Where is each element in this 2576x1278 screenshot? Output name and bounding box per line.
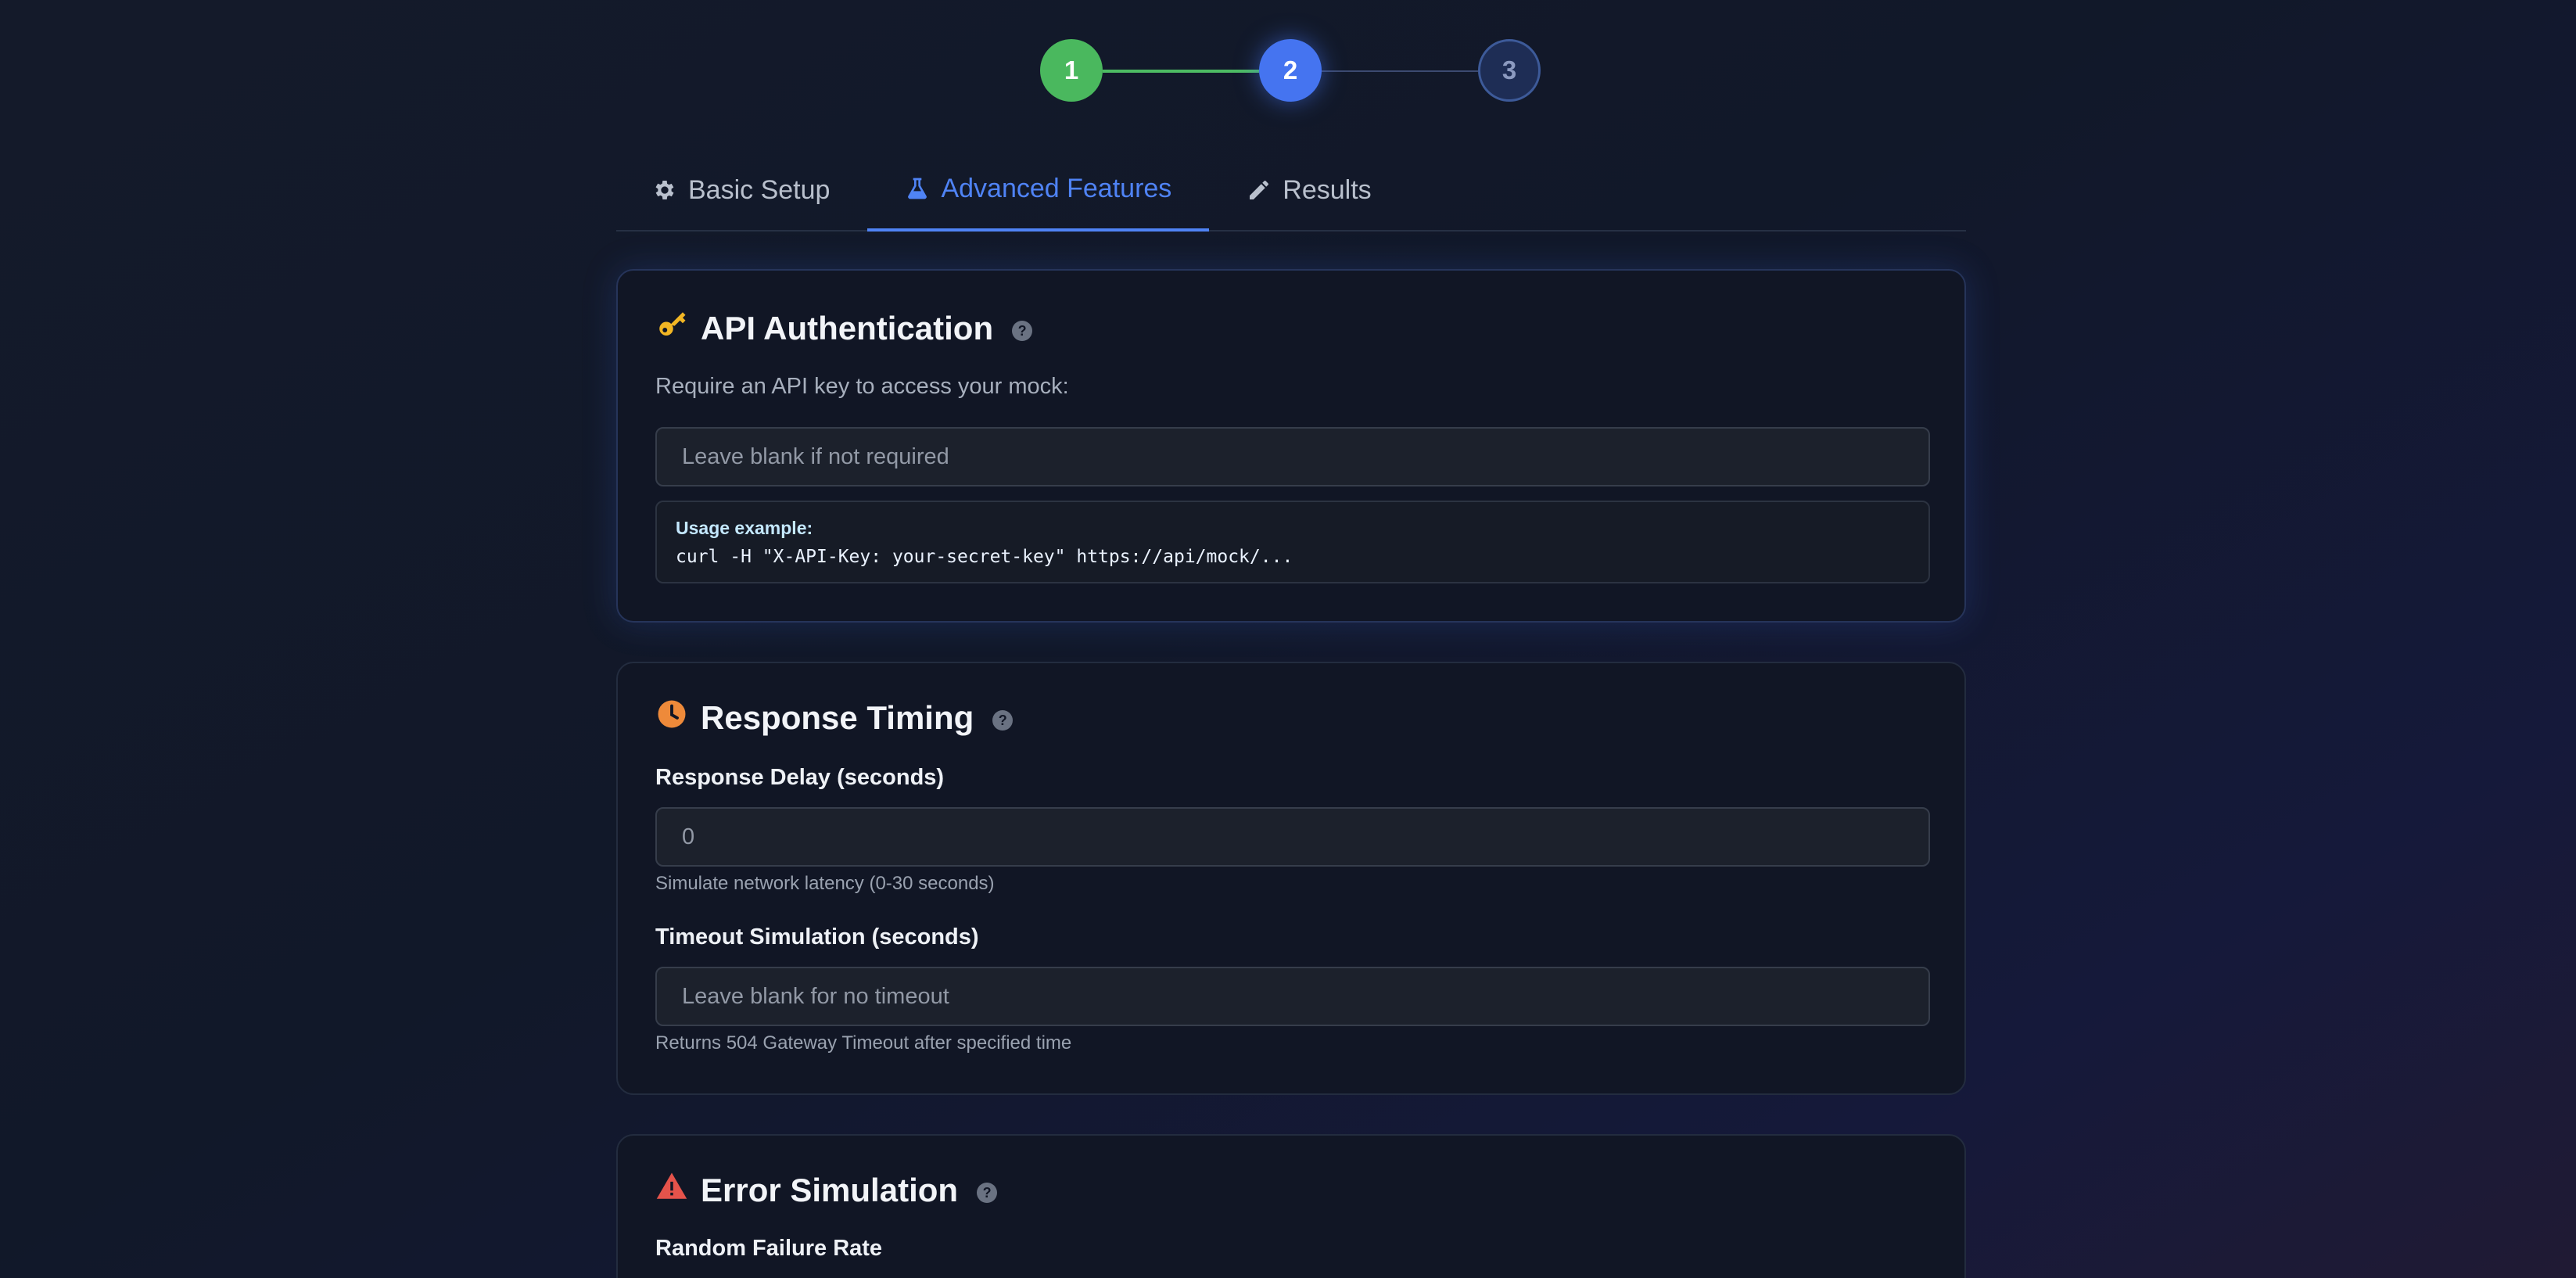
usage-example-code: curl -H "X-API-Key: your-secret-key" htt… xyxy=(676,547,1293,567)
response-delay-label: Response Delay (seconds) xyxy=(655,765,945,790)
error-simulation-heading: Error Simulation ? xyxy=(655,1170,998,1211)
random-failure-rate-label: Random Failure Rate xyxy=(655,1236,883,1261)
timeout-simulation-input[interactable] xyxy=(655,967,1930,1026)
api-authentication-heading: API Authentication ? xyxy=(655,308,1033,349)
api-authentication-card: API Authentication ? Require an API key … xyxy=(616,269,1966,623)
clock-icon xyxy=(655,698,688,738)
tab-advanced-features[interactable]: Advanced Features xyxy=(867,149,1210,232)
progress-stepper: 1 2 3 xyxy=(1040,39,1541,102)
step-2-circle[interactable]: 2 xyxy=(1259,39,1322,102)
help-icon[interactable]: ? xyxy=(992,710,1014,731)
api-authentication-title: API Authentication xyxy=(701,310,994,346)
pencil-icon xyxy=(1247,178,1272,203)
tab-basic-setup[interactable]: Basic Setup xyxy=(616,149,867,232)
tab-basic-setup-label: Basic Setup xyxy=(688,174,831,205)
page: 1 2 3 Basic Setup Advanced Features Resu… xyxy=(0,0,2576,1278)
step-1-circle[interactable]: 1 xyxy=(1040,39,1103,102)
step-3-circle[interactable]: 3 xyxy=(1478,39,1541,102)
error-simulation-title: Error Simulation xyxy=(701,1172,959,1208)
response-timing-title: Response Timing xyxy=(701,699,974,736)
tab-results[interactable]: Results xyxy=(1209,149,1408,232)
api-authentication-description: Require an API key to access your mock: xyxy=(655,374,1069,399)
key-icon xyxy=(655,308,688,349)
help-icon[interactable]: ? xyxy=(1012,321,1033,341)
gear-icon xyxy=(652,178,677,203)
error-simulation-card: Error Simulation ? Random Failure Rate xyxy=(616,1134,1966,1278)
api-key-input[interactable] xyxy=(655,427,1930,486)
response-timing-card: Response Timing ? Response Delay (second… xyxy=(616,662,1966,1095)
help-icon[interactable]: ? xyxy=(977,1183,998,1203)
warning-icon xyxy=(655,1170,688,1211)
flask-icon xyxy=(905,176,930,201)
usage-example-box: Usage example: curl -H "X-API-Key: your-… xyxy=(655,501,1930,583)
response-delay-hint: Simulate network latency (0-30 seconds) xyxy=(655,873,995,894)
response-delay-input[interactable] xyxy=(655,807,1930,867)
tab-bar: Basic Setup Advanced Features Results xyxy=(616,149,1966,232)
response-timing-heading: Response Timing ? xyxy=(655,698,1014,738)
step-connector-pending xyxy=(1322,70,1478,72)
timeout-simulation-label: Timeout Simulation (seconds) xyxy=(655,924,979,950)
tab-advanced-features-label: Advanced Features xyxy=(941,173,1172,203)
step-connector-completed xyxy=(1103,70,1259,73)
tab-results-label: Results xyxy=(1283,174,1372,205)
usage-example-label: Usage example: xyxy=(676,518,813,538)
timeout-simulation-hint: Returns 504 Gateway Timeout after specif… xyxy=(655,1032,1072,1054)
